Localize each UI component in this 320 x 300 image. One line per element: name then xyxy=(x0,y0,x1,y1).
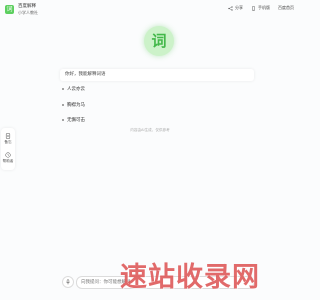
assistant-greeting: 你好，我能解释词语 xyxy=(60,69,254,81)
share-icon xyxy=(228,5,233,11)
suggestion-list: 人云亦云 胸襟为马 无懈可击 xyxy=(62,85,85,132)
suggestion-item[interactable]: 胸襟为马 xyxy=(62,101,85,109)
left-toolbar: 备忘 帮助者 xyxy=(1,128,15,170)
suggestion-label: 人云亦云 xyxy=(67,87,85,92)
helper-label: 帮助者 xyxy=(2,159,14,163)
baidu-home-link[interactable]: 百度首页 xyxy=(278,5,294,11)
mobile-version-button[interactable]: 手机版 xyxy=(251,5,270,11)
notes-label: 备忘 xyxy=(4,140,12,144)
top-actions: 分享 手机版 百度首页 xyxy=(228,5,294,11)
suggestion-item[interactable]: 人云亦云 xyxy=(62,85,85,93)
phone-icon xyxy=(252,5,255,11)
clock-icon xyxy=(5,152,11,158)
bullet-icon xyxy=(62,103,64,106)
note-icon xyxy=(5,133,11,139)
share-label: 分享 xyxy=(235,5,243,10)
question-input[interactable] xyxy=(76,276,254,289)
bullet-icon xyxy=(62,88,64,90)
suggestion-label: 无懈可击 xyxy=(67,118,85,123)
hero-logo: 词 xyxy=(144,26,174,56)
voice-input-button[interactable] xyxy=(62,276,74,288)
share-button[interactable]: 分享 xyxy=(228,5,243,11)
brand-text: 百度解释 小学人教社 xyxy=(18,4,38,16)
helper-button[interactable]: 帮助者 xyxy=(1,152,15,164)
mobile-version-label: 手机版 xyxy=(258,5,270,10)
brand-subtitle: 小学人教社 xyxy=(18,10,38,15)
suggestion-item[interactable]: 无懈可击 xyxy=(62,116,85,124)
mic-icon xyxy=(66,279,70,285)
brand[interactable]: 词 百度解释 小学人教社 xyxy=(5,4,38,16)
brand-logo: 词 xyxy=(5,5,14,14)
notes-button[interactable]: 备忘 xyxy=(1,133,15,145)
baidu-home-label: 百度首页 xyxy=(278,5,294,10)
bullet-icon xyxy=(62,119,64,121)
suggestion-label: 胸襟为马 xyxy=(67,102,85,108)
ai-disclaimer: 内容由AI生成，仅供参考 xyxy=(130,128,170,132)
